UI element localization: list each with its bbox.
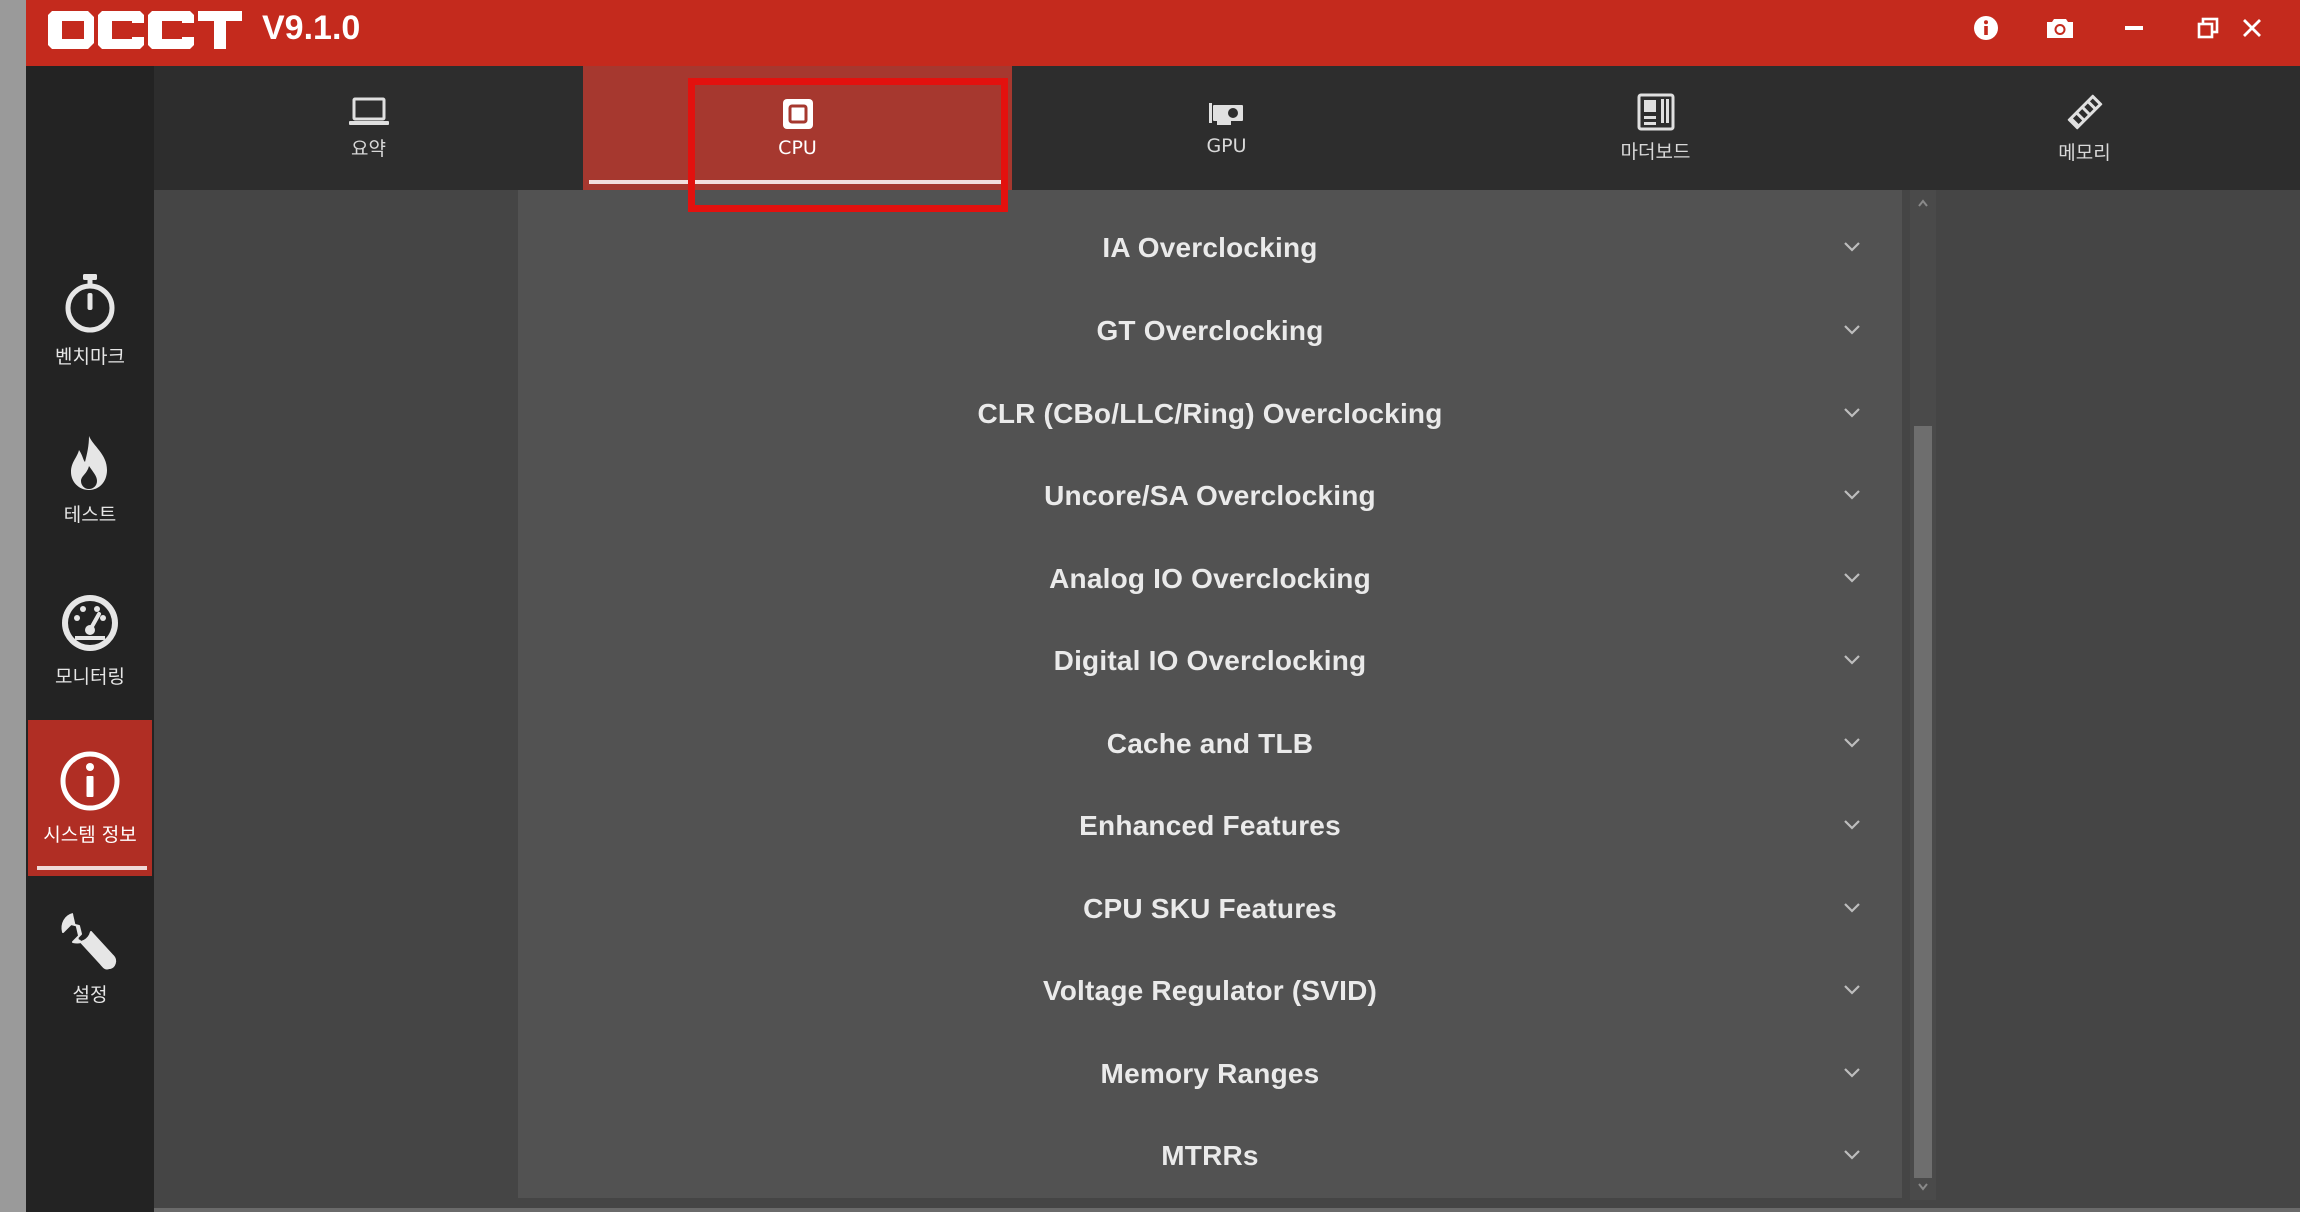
cpu-sections-panel: IA Overclocking GT Overclocking CLR (CBo… [518, 190, 1902, 1198]
chevron-down-icon [1844, 1150, 1860, 1160]
tab-label: 메모리 [2058, 141, 2111, 164]
chevron-down-icon [1844, 738, 1860, 748]
category-tabs: 요약 CPU GPU 마더보드 메모리 [154, 66, 2300, 190]
chevron-down-icon [1844, 573, 1860, 583]
section-title: MTRRs [1161, 1140, 1259, 1171]
close-icon [2243, 19, 2261, 37]
flame-icon [71, 435, 107, 490]
motherboard-icon [1637, 93, 1674, 130]
chevron-down-icon [1844, 820, 1860, 830]
nav-label: 설정 [72, 983, 108, 1006]
chevron-down-icon [1844, 985, 1860, 995]
bottom-divider [154, 1208, 2300, 1212]
nav-label: 시스템 정보 [43, 823, 137, 846]
section-title: Analog IO Overclocking [1049, 563, 1371, 594]
stopwatch-icon [65, 273, 115, 332]
accordion-section[interactable]: Voltage Regulator (SVID) [518, 950, 1902, 1032]
section-title: IA Overclocking [1102, 232, 1318, 263]
section-title: Cache and TLB [1106, 728, 1314, 759]
section-title: Memory Ranges [1100, 1058, 1320, 1089]
laptop-icon [348, 97, 389, 125]
title-bar: V9.1.0 [26, 0, 2300, 66]
camera-icon [2047, 19, 2073, 38]
accordion-section[interactable]: Memory Ranges [518, 1033, 1902, 1115]
side-navigation: 벤치마크 테스트 모니터링 시스템 정보 설정 [26, 66, 154, 1212]
wrench-icon [61, 912, 117, 969]
nav-item-benchmark[interactable]: 벤치마크 [28, 242, 152, 398]
tab-summary[interactable]: 요약 [154, 66, 583, 190]
tab-label: CPU [778, 137, 817, 159]
tab-memory[interactable]: 메모리 [1870, 66, 2299, 190]
chevron-down-icon [1844, 325, 1860, 335]
screenshot-button[interactable] [2030, 8, 2090, 48]
accordion-section[interactable]: GT Overclocking [518, 290, 1902, 372]
nav-item-system-info[interactable]: 시스템 정보 [28, 720, 152, 876]
memory-icon [2067, 94, 2102, 129]
section-title: Voltage Regulator (SVID) [1042, 975, 1378, 1006]
tab-motherboard[interactable]: 마더보드 [1441, 66, 1870, 190]
active-indicator [37, 866, 147, 870]
section-title: GT Overclocking [1096, 315, 1324, 346]
arrow-up-icon [1918, 199, 1928, 207]
main-content: IA Overclocking GT Overclocking CLR (CBo… [154, 190, 2300, 1212]
scroll-thumb[interactable] [1914, 426, 1932, 1178]
app-version: V9.1.0 [262, 9, 361, 47]
section-title: Uncore/SA Overclocking [1044, 480, 1376, 511]
nav-item-monitoring[interactable]: 모니터링 [28, 562, 152, 718]
chevron-down-icon [1844, 903, 1860, 913]
tab-label: 마더보드 [1620, 140, 1691, 163]
restore-icon [2197, 17, 2219, 39]
gauge-icon [62, 594, 118, 651]
accordion-section[interactable]: CPU SKU Features [518, 868, 1902, 950]
minimize-icon [2125, 26, 2143, 30]
chevron-down-icon [1844, 408, 1860, 418]
nav-label: 벤치마크 [55, 345, 125, 368]
chevron-down-icon [1844, 1068, 1860, 1078]
gpu-icon [1208, 103, 1243, 125]
accordion-section[interactable]: Enhanced Features [518, 785, 1902, 867]
minimize-button[interactable] [2104, 8, 2164, 48]
info-button[interactable] [1956, 8, 2016, 48]
nav-label: 모니터링 [55, 665, 125, 688]
accordion-section[interactable]: IA Overclocking [518, 207, 1902, 289]
accordion-section[interactable]: Analog IO Overclocking [518, 538, 1902, 620]
section-title: Digital IO Overclocking [1053, 645, 1367, 676]
tab-cpu[interactable]: CPU [583, 66, 1012, 190]
chevron-down-icon [1844, 242, 1860, 252]
tab-label: 요약 [351, 137, 386, 160]
close-button[interactable] [2222, 8, 2282, 48]
section-title: CLR (CBo/LLC/Ring) Overclocking [977, 398, 1443, 429]
tab-gpu[interactable]: GPU [1012, 66, 1441, 190]
chevron-down-icon [1844, 490, 1860, 500]
arrow-down-icon [1918, 1183, 1928, 1191]
background-strip [0, 0, 26, 1212]
accordion-section[interactable]: Uncore/SA Overclocking [518, 455, 1902, 537]
chevron-down-icon [1844, 655, 1860, 665]
section-title: Enhanced Features [1079, 810, 1341, 841]
app-window: V9.1.0 벤치마크 테스트 모니터링 시스템 정보 설정 요약 CPU GP… [26, 0, 2300, 1212]
scroll-down-arrow[interactable] [1914, 1176, 1932, 1196]
nav-label: 테스트 [63, 503, 117, 526]
accordion-section[interactable]: CLR (CBo/LLC/Ring) Overclocking [518, 373, 1902, 455]
info-circle-icon [60, 751, 120, 810]
accordion-section[interactable]: Cache and TLB [518, 703, 1902, 785]
app-logo [48, 4, 244, 54]
cpu-icon [782, 99, 813, 129]
info-icon [1974, 16, 1998, 40]
section-title: CPU SKU Features [1083, 893, 1337, 924]
accordion-section[interactable]: Digital IO Overclocking [518, 620, 1902, 702]
nav-item-test[interactable]: 테스트 [28, 402, 152, 558]
active-tab-indicator [589, 180, 1005, 184]
vertical-scrollbar[interactable] [1910, 190, 1936, 1200]
accordion-section[interactable]: MTRRs [518, 1115, 1902, 1197]
nav-item-settings[interactable]: 설정 [28, 880, 152, 1036]
scroll-up-arrow[interactable] [1914, 194, 1932, 214]
tab-label: GPU [1206, 135, 1247, 157]
